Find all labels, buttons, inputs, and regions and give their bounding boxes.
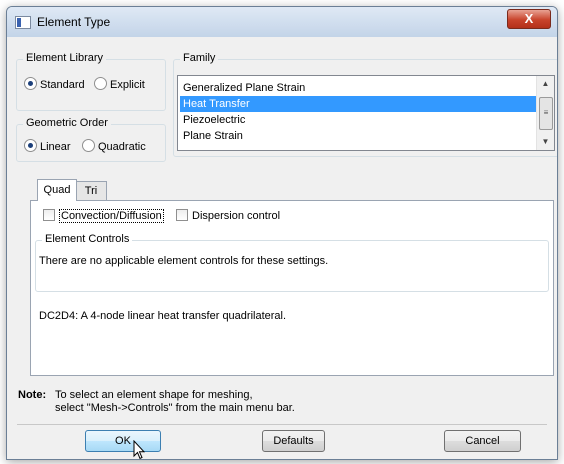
scroll-thumb[interactable]: ≡ (539, 97, 553, 130)
scroll-up-icon[interactable]: ▲ (537, 77, 554, 91)
family-item-generalized-plane-strain[interactable]: Generalized Plane Strain (180, 80, 537, 96)
family-item-heat-transfer[interactable]: Heat Transfer (180, 96, 537, 112)
tab-quad[interactable]: Quad (37, 179, 77, 201)
scroll-down-icon[interactable]: ▼ (537, 135, 554, 149)
family-item-piezoelectric[interactable]: Piezoelectric (180, 112, 537, 128)
note-label: Note: (18, 389, 47, 401)
title-bar: Element Type X (7, 7, 557, 37)
close-button[interactable]: X (507, 9, 551, 29)
element-controls-label: Element Controls (42, 233, 133, 245)
dispersion-control-checkbox[interactable]: Dispersion control (176, 209, 280, 222)
radio-unselected-icon (94, 77, 107, 90)
note-line-1: To select an element shape for meshing, (55, 389, 253, 401)
radio-selected-icon (24, 139, 37, 152)
radio-selected-icon (24, 77, 37, 90)
ok-button[interactable]: OK (85, 430, 161, 452)
radio-quadratic[interactable]: Quadratic (82, 139, 146, 153)
defaults-button[interactable]: Defaults (262, 430, 325, 452)
element-controls-group: Element Controls There are no applicable… (35, 233, 549, 292)
geometric-order-group: Geometric Order Linear Quadratic (16, 117, 166, 162)
mouse-pointer-icon (133, 440, 145, 460)
cancel-button[interactable]: Cancel (444, 430, 521, 452)
element-type-dialog: Element Type X Element Library Standard … (6, 6, 558, 460)
radio-explicit[interactable]: Explicit (94, 77, 145, 91)
window-title: Element Type (37, 15, 111, 29)
element-controls-message: There are no applicable element controls… (39, 255, 329, 267)
family-scrollbar[interactable]: ▲ ≡ ▼ (536, 76, 554, 150)
element-library-group: Element Library Standard Explicit (16, 52, 166, 111)
checkbox-unchecked-icon (176, 209, 188, 221)
radio-linear[interactable]: Linear (24, 139, 71, 153)
radio-standard[interactable]: Standard (24, 77, 85, 91)
window-icon (15, 16, 31, 29)
family-listbox[interactable]: Generalized Plane Strain Heat Transfer P… (177, 75, 555, 151)
element-description: DC2D4: A 4-node linear heat transfer qua… (39, 310, 287, 322)
note-line-2: select "Mesh->Controls" from the main me… (55, 402, 295, 414)
quad-tab-panel: Convection/Diffusion Dispersion control … (30, 200, 554, 376)
separator (17, 424, 547, 425)
convection-diffusion-checkbox[interactable]: Convection/Diffusion (43, 209, 164, 223)
family-item-plane-strain[interactable]: Plane Strain (180, 128, 537, 144)
family-label: Family (180, 52, 219, 64)
tab-tri[interactable]: Tri (75, 181, 107, 200)
radio-unselected-icon (82, 139, 95, 152)
element-library-label: Element Library (23, 52, 107, 64)
checkbox-unchecked-icon (43, 209, 55, 221)
geometric-order-label: Geometric Order (23, 117, 111, 129)
